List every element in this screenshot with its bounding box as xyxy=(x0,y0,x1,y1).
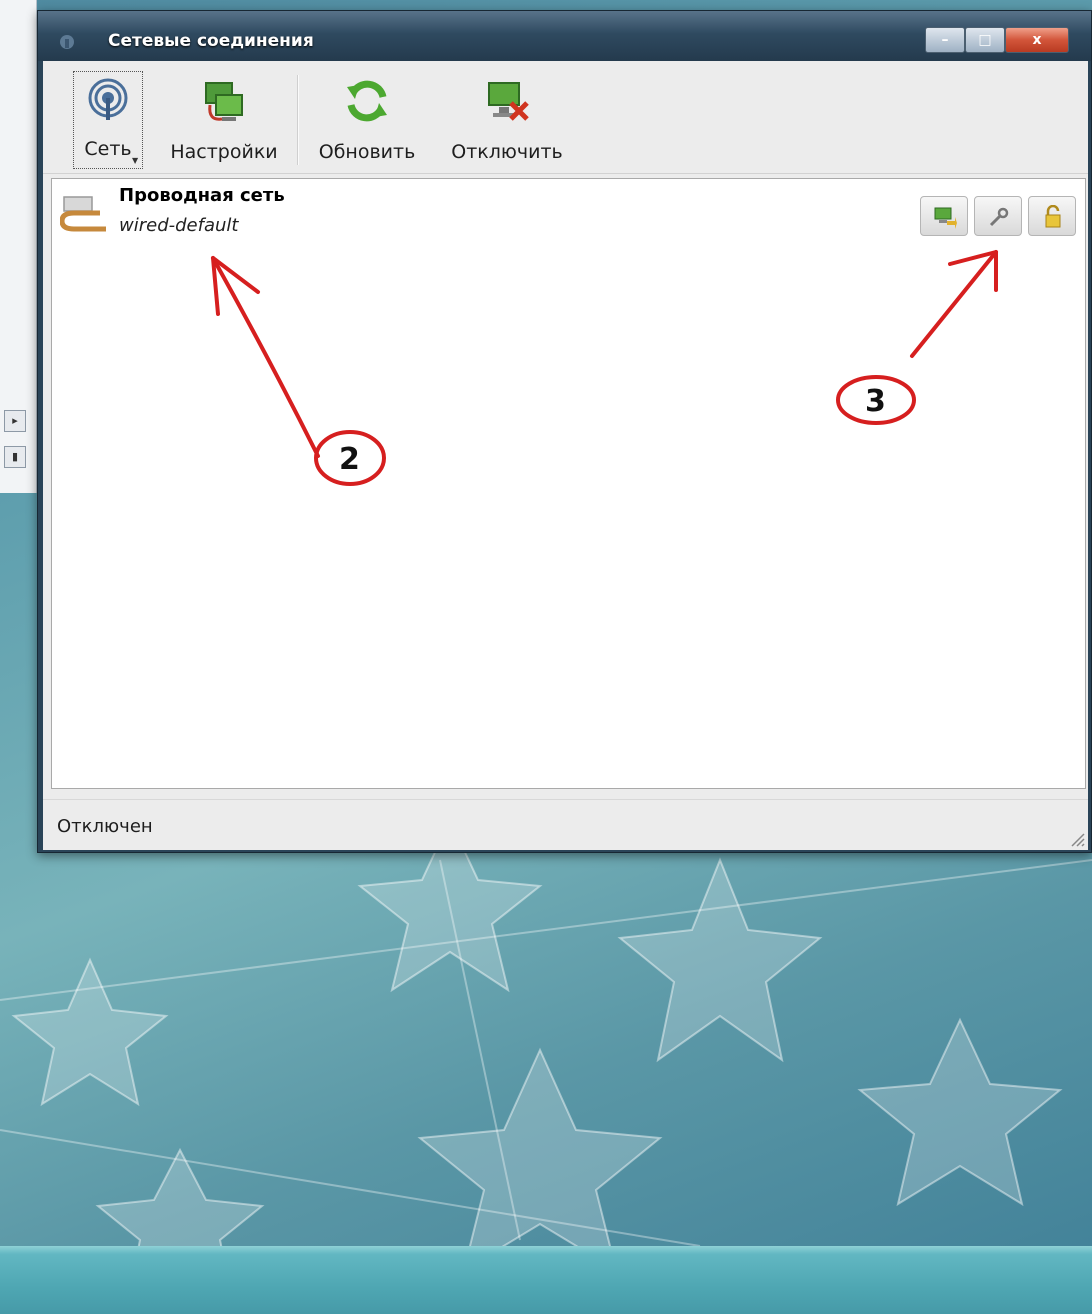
background-window-edge: ▸ ▮ xyxy=(0,0,37,493)
settings-label: Настройки xyxy=(170,141,278,163)
close-button[interactable]: x xyxy=(1005,27,1069,53)
network-app-icon xyxy=(60,35,74,49)
network-settings-icon xyxy=(205,82,243,121)
network-connections-window: Сетевые соединения – □ x Сеть ▼ Настройк… xyxy=(37,10,1092,853)
window-title: Сетевые соединения xyxy=(108,31,314,51)
wrench-icon xyxy=(989,207,1009,227)
status-text: Отключен xyxy=(57,816,153,837)
connection-list: Проводная сеть wired-default xyxy=(51,178,1086,789)
window-client-area: Сеть ▼ Настройки Обновить Отключить Пров… xyxy=(43,61,1088,850)
titlebar[interactable]: Сетевые соединения – □ x xyxy=(38,11,1091,61)
resize-grip-icon[interactable] xyxy=(1066,828,1086,848)
wired-connection-icon xyxy=(60,196,106,232)
refresh-icon xyxy=(347,80,387,122)
connection-settings-button[interactable] xyxy=(974,196,1022,236)
minimize-icon: – xyxy=(941,32,949,48)
toolbar-separator xyxy=(297,75,299,165)
toolbar: Сеть ▼ Настройки Обновить Отключить xyxy=(43,61,1088,174)
statusbar: Отключен xyxy=(43,799,1088,850)
disconnect-button[interactable]: Отключить xyxy=(443,67,571,169)
refresh-button[interactable]: Обновить xyxy=(313,67,421,169)
disconnect-label: Отключить xyxy=(451,141,563,163)
connect-button[interactable] xyxy=(920,196,968,236)
minimize-button[interactable]: – xyxy=(925,27,965,53)
network-menu-button[interactable]: Сеть ▼ xyxy=(73,71,143,169)
disconnect-icon xyxy=(488,82,529,121)
lock-icon xyxy=(1045,205,1061,228)
taskbar xyxy=(0,1246,1092,1314)
connect-icon xyxy=(934,207,957,229)
connection-profile: wired-default xyxy=(119,215,239,236)
lock-button[interactable] xyxy=(1028,196,1076,236)
settings-button[interactable]: Настройки xyxy=(165,67,283,169)
app-icon[interactable]: ▮ xyxy=(4,446,26,468)
maximize-button[interactable]: □ xyxy=(965,27,1005,53)
expand-arrow-icon[interactable]: ▸ xyxy=(4,410,26,432)
refresh-label: Обновить xyxy=(318,141,416,163)
close-icon: x xyxy=(1032,32,1042,48)
maximize-icon: □ xyxy=(978,32,992,48)
chevron-down-icon: ▼ xyxy=(132,156,139,165)
connection-name: Проводная сеть xyxy=(119,185,285,206)
wireless-antenna-icon xyxy=(88,78,128,120)
